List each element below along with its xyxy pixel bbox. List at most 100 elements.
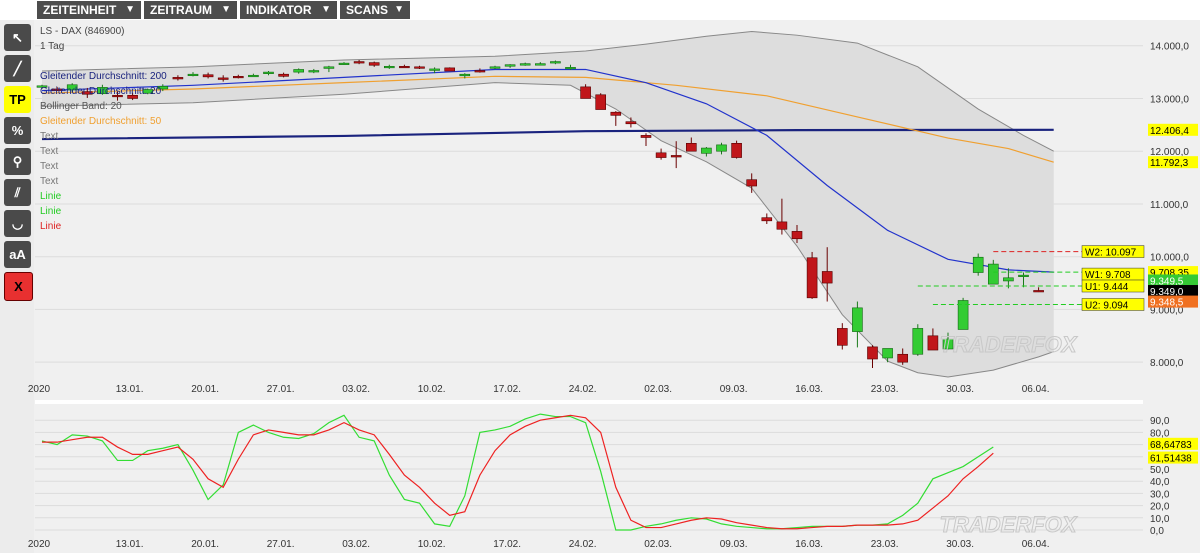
candle-body [519,63,531,66]
price-tag: 12.406,4 [1150,126,1189,137]
candle-body [731,143,742,158]
candle-body [504,64,516,67]
price-tag: 11.792,3 [1150,158,1189,169]
candle-body [202,74,214,78]
y-tick-label: 40,0 [1150,477,1170,488]
candle-body [399,66,410,69]
candle-body [1018,274,1029,277]
x-tick-label: 2020 [28,539,51,550]
y-tick-label: 14.000,0 [1150,42,1189,53]
candle-body [716,144,727,152]
legend-entry: Bollinger Band: 20 [40,101,122,112]
candle-body [338,62,350,65]
x-tick-label: 02.03. [644,384,672,395]
candle-body [836,328,848,346]
level-label: U2: 9.094 [1085,300,1129,311]
candle-body [459,73,471,77]
candle-body [263,71,274,74]
x-tick-label: 09.03. [720,384,748,395]
x-tick-label: 24.02. [569,384,597,395]
legend-entry: Linie [40,221,62,232]
legend-entry: Text [40,131,59,142]
price-tag: 9.348,5 [1150,298,1184,309]
candle-body [595,94,607,110]
candle-body [685,143,697,152]
y-tick-label: 0,0 [1150,526,1164,537]
legend-entry: Text [40,176,59,187]
candle-body [353,61,365,64]
candle-body [927,335,939,351]
x-tick-label: 23.03. [871,384,899,395]
candle-body [550,61,561,64]
candle-body [746,179,758,187]
candle-body [640,135,652,138]
y-tick-label: 11.000,0 [1150,200,1189,211]
symbol-label: LS - DAX (846900) [40,26,125,37]
x-tick-label: 03.02. [342,539,370,550]
candle-body [414,66,425,69]
y-tick-label: 30,0 [1150,489,1170,500]
candle-body [474,70,486,73]
x-tick-label: 20.01. [191,539,219,550]
legend-entry: Gleitender Durchschnitt: 20 [40,86,162,97]
y-tick-label: 10.000,0 [1150,253,1189,264]
y-tick-label: 13.000,0 [1150,94,1189,105]
candle-body [912,328,924,355]
x-tick-label: 03.02. [342,384,370,395]
candle-body [670,155,682,158]
candle-body [233,76,244,79]
x-tick-label: 13.01. [116,384,144,395]
x-tick-label: 27.01. [267,539,295,550]
legend-entry: Linie [40,191,62,202]
candle-body [368,62,380,66]
candle-body [897,353,909,363]
value-tag: 61,51438 [1150,454,1192,465]
x-tick-label: 16.03. [795,384,823,395]
candle-body [776,221,788,230]
chart-info: LS - DAX (846900) 1 Tag [40,24,125,54]
candle-body [701,147,712,154]
candle-body [655,152,667,158]
candle-body [293,69,305,73]
x-tick-label: 2020 [28,384,51,395]
x-tick-label: 10.02. [418,384,446,395]
x-tick-label: 06.04. [1022,384,1050,395]
x-tick-label: 06.04. [1022,539,1050,550]
candle-body [882,348,893,359]
candle-body [1033,290,1044,293]
candle-body [867,346,878,360]
candle-body [625,121,637,125]
x-tick-label: 17.02. [493,384,521,395]
x-tick-label: 27.01. [267,384,295,395]
candle-body [187,73,199,77]
price-chart[interactable]: W2: 10.097 W1: 9.708U1: 9.444 U2: 9.094 14.… [0,0,1200,553]
candle-body [489,66,501,69]
candle-body [444,67,456,72]
candle-body [852,307,863,332]
level-label: U1: 9.444 [1085,282,1129,293]
x-tick-label: 20.01. [191,384,219,395]
interval-label: 1 Tag [40,41,65,52]
y-tick-label: 80,0 [1150,428,1170,439]
candle-body [1003,277,1014,282]
indicator-legend: Gleitender Durchschnitt: 200 Gleitender D… [40,69,167,234]
candle-body [761,217,773,222]
x-tick-label: 13.01. [116,539,144,550]
candle-body [565,67,576,70]
candle-body [429,68,440,71]
x-tick-label: 17.02. [493,539,521,550]
x-tick-label: 24.02. [569,539,597,550]
candle-body [217,77,229,80]
watermark-logo: TRADERFOX [940,512,1078,537]
candle-body [806,257,818,299]
candle-body [323,66,335,69]
x-tick-label: 09.03. [720,539,748,550]
x-tick-label: 23.03. [871,539,899,550]
watermark-logo: TRADERFOX [940,332,1078,357]
candle-body [248,74,259,78]
x-tick-label: 02.03. [644,539,672,550]
x-tick-label: 10.02. [418,539,446,550]
legend-entry: Text [40,161,59,172]
x-tick-label: 16.03. [795,539,823,550]
candle-body [821,271,833,284]
